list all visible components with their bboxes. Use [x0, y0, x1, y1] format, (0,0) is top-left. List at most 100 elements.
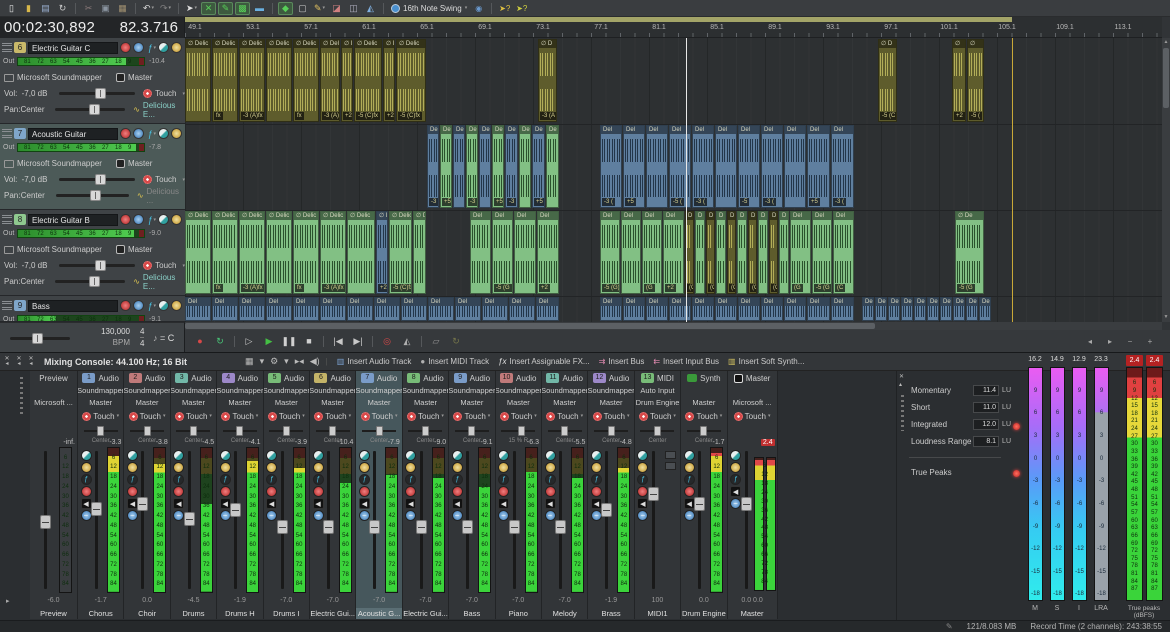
volume-value[interactable]: -7,0 dB: [22, 175, 57, 184]
audio-clip[interactable]: Del: [266, 297, 292, 321]
solo-button[interactable]: ◀: [313, 498, 324, 509]
strip-name-label[interactable]: Drums I: [264, 608, 309, 619]
track-name-field[interactable]: Electric Guitar B: [28, 214, 118, 226]
fader-track[interactable]: [95, 451, 98, 589]
audio-clip[interactable]: ∅ Delic-3 (A)fx: [320, 211, 346, 294]
dropdown-arrow-icon[interactable]: ▾: [395, 413, 398, 419]
audio-clip[interactable]: Del: [621, 211, 641, 294]
pan-slider[interactable]: [84, 430, 118, 432]
record-arm-button[interactable]: [498, 486, 509, 497]
strip-automation-row[interactable]: Touch▾: [635, 410, 680, 422]
phase-button[interactable]: [452, 450, 463, 461]
audio-clip[interactable]: Del: [320, 297, 346, 321]
slider-handle[interactable]: [89, 276, 100, 287]
pan-slider[interactable]: [501, 430, 535, 432]
audio-clip[interactable]: De: [479, 125, 491, 208]
audio-clip[interactable]: ∅ Delic: [185, 211, 211, 294]
audio-clip[interactable]: D(C: [706, 211, 715, 294]
strip-bus-label[interactable]: Master: [124, 397, 169, 408]
pan-slider[interactable]: [594, 430, 628, 432]
fader-handle[interactable]: [230, 503, 241, 517]
audio-clip[interactable]: ∅ Delic+2: [376, 211, 388, 294]
record-arm-button[interactable]: [405, 486, 416, 497]
fx-button[interactable]: ƒ: [127, 474, 138, 485]
dropdown-arrow-icon[interactable]: ▾: [209, 413, 212, 419]
mute-button[interactable]: –: [173, 510, 184, 521]
audio-clip[interactable]: ∅ Delicfx: [293, 39, 319, 122]
pan-handle[interactable]: [376, 426, 383, 436]
fader-handle[interactable]: [277, 520, 288, 534]
dropdown-arrow-icon[interactable]: ▾: [169, 2, 172, 15]
phase-button[interactable]: [158, 214, 169, 225]
strip-automation-row[interactable]: Touch▾: [310, 410, 355, 422]
audio-clip[interactable]: De: [927, 297, 939, 321]
fader-track[interactable]: [698, 451, 701, 589]
audio-clip[interactable]: De: [862, 297, 874, 321]
solo-button[interactable]: ◀: [266, 498, 277, 509]
track-name-field[interactable]: Electric Guitar C: [28, 42, 118, 54]
gain-button[interactable]: [171, 42, 182, 53]
loop-region-bar[interactable]: [185, 17, 1012, 22]
pan-slider[interactable]: [56, 194, 129, 197]
mute-button[interactable]: –: [591, 510, 602, 521]
strip-device-label[interactable]: Soundmapper: [356, 385, 401, 396]
whats-this-icon[interactable]: ➤?: [497, 2, 512, 15]
close-dock-button[interactable]: ✕◂: [2, 357, 12, 367]
dropdown-arrow-icon[interactable]: ▾: [117, 413, 120, 419]
strip-automation-row[interactable]: Touch▾: [681, 410, 726, 422]
audio-clip[interactable]: Del-3 (: [600, 125, 622, 208]
dropdown-arrow-icon[interactable]: ▾: [488, 413, 491, 419]
phase-button[interactable]: [359, 450, 370, 461]
key-value[interactable]: = C: [160, 333, 174, 343]
strip-automation-row[interactable]: Touch▾: [78, 410, 123, 422]
mixer-channel-strip[interactable]: 11AudioSoundmapperMasterTouch▾Centerƒ◀–6…: [542, 371, 588, 619]
help-cursor-icon[interactable]: ➤?: [514, 2, 529, 15]
track-number-badge[interactable]: 4: [222, 373, 235, 383]
audio-clip[interactable]: Del-3 (: [831, 125, 854, 208]
strip-device-label[interactable]: [728, 385, 777, 396]
gain-button[interactable]: [171, 128, 182, 139]
volume-value[interactable]: -7,0 dB: [22, 261, 57, 270]
audio-clip[interactable]: ∅ Delic+2: [383, 39, 395, 122]
timeline-tool-icon[interactable]: ▬: [252, 2, 267, 15]
strip-bus-label[interactable]: Microsoft ...: [728, 397, 777, 408]
phase-button[interactable]: [158, 128, 169, 139]
go-to-end-button[interactable]: ▶|: [350, 334, 366, 348]
strip-automation-row[interactable]: Touch▾: [124, 410, 169, 422]
audio-clip[interactable]: Del: [669, 297, 691, 321]
pan-slider[interactable]: [455, 430, 489, 432]
audio-clip[interactable]: Del-5: [738, 125, 760, 208]
fader-track[interactable]: [234, 451, 237, 589]
phase-button[interactable]: [81, 450, 92, 461]
audio-clip[interactable]: D: [737, 211, 747, 294]
phase-button[interactable]: [127, 450, 138, 461]
track-drag-handle[interactable]: [2, 301, 12, 310]
audio-clip[interactable]: Del: [401, 297, 427, 321]
collapse-icon[interactable]: ▴: [899, 381, 902, 388]
audio-clip[interactable]: Del: [428, 297, 454, 321]
strip-bus-label[interactable]: Master: [310, 397, 355, 408]
redo-icon[interactable]: ↷▾: [158, 2, 173, 15]
audio-clip[interactable]: ∅ Delic-3 (A)fx: [320, 39, 340, 122]
audio-clip[interactable]: Del: [623, 297, 645, 321]
audio-clip[interactable]: Del-5 (: [669, 125, 691, 208]
strip-name-label[interactable]: Choir: [124, 608, 169, 619]
automation-mode-label[interactable]: Touch: [604, 412, 625, 421]
automation-gear-icon[interactable]: [82, 412, 91, 421]
metronome-icon[interactable]: ◭: [363, 2, 378, 15]
audio-clip[interactable]: Del+2: [663, 211, 684, 294]
audio-clip[interactable]: Del: [692, 297, 714, 321]
audio-clip[interactable]: De: [519, 125, 531, 208]
insert-soft-synth-button[interactable]: ▥Insert Soft Synth...: [728, 357, 804, 366]
gain-button[interactable]: [730, 462, 741, 473]
undo-icon[interactable]: ↶▾: [141, 2, 156, 15]
mixer-channel-strip[interactable]: 10AudioSoundmapperMasterTouch▾15 % Rƒ◀–6…: [496, 371, 542, 619]
audio-clip[interactable]: Del+5: [807, 125, 830, 208]
save-icon[interactable]: ▤: [38, 2, 53, 15]
fx-button[interactable]: ƒ: [545, 474, 556, 485]
audio-clip[interactable]: Del: [831, 297, 854, 321]
audio-clip[interactable]: Del: [185, 297, 211, 321]
new-file-icon[interactable]: ▯: [4, 2, 19, 15]
automation-mode-label[interactable]: Touch: [745, 412, 766, 421]
fx-button[interactable]: ƒ: [452, 474, 463, 485]
